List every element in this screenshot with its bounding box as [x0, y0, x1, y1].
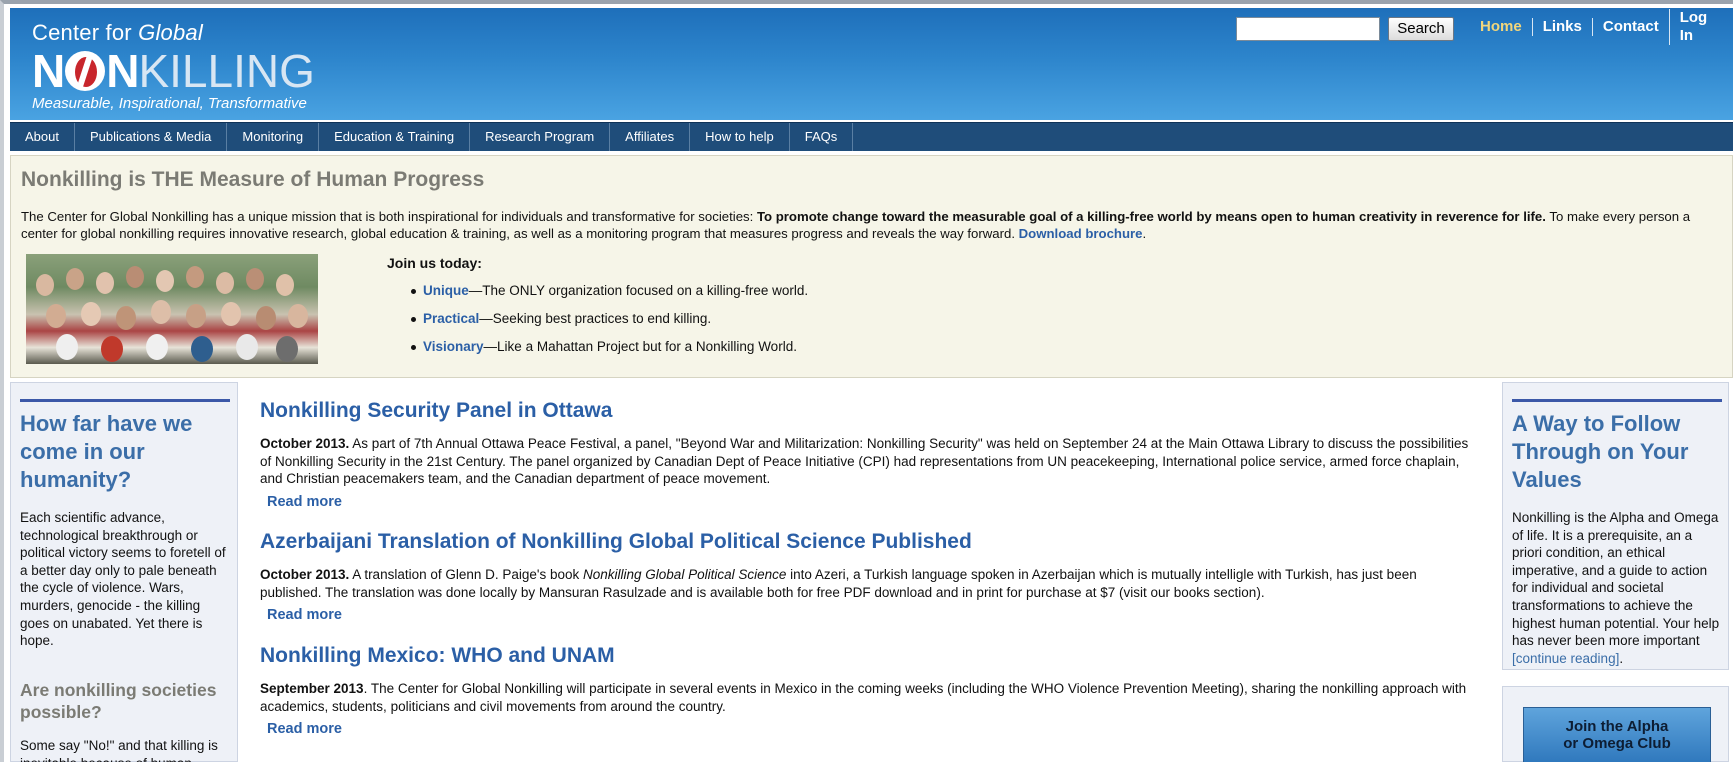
intro-title: Nonkilling is THE Measure of Human Progr…	[21, 168, 485, 191]
club-button-line-2: or Omega Club	[1563, 735, 1671, 752]
logo-letter-n2: N	[106, 45, 139, 97]
logo-top-text: Center for	[32, 20, 139, 45]
intro-text: The Center for Global Nonkilling has a u…	[21, 208, 1721, 242]
nav-publications-media[interactable]: Publications & Media	[75, 123, 228, 151]
join-item: Practical—Seeking best practices to end …	[411, 310, 808, 338]
logo-wordmark: N NKILLING	[32, 48, 315, 94]
right-sidebar-rule	[1512, 399, 1722, 402]
intro-text-end: .	[1142, 226, 1147, 241]
nav-affiliates[interactable]: Affiliates	[610, 123, 691, 151]
news-post: Nonkilling Mexico: WHO and UNAM Septembe…	[260, 643, 1470, 737]
right-sidebar-heading: A Way to Follow Through on Your Values	[1512, 411, 1689, 492]
join-unique-link[interactable]: Unique	[423, 283, 469, 298]
read-more-link[interactable]: Read more	[267, 721, 1470, 737]
join-visionary-link[interactable]: Visionary	[423, 339, 484, 354]
intro-mission: To promote change toward the measurable …	[756, 209, 1546, 224]
join-item-text: —Like a Mahattan Project but for a Nonki…	[483, 339, 797, 354]
logo-letter-n1: N	[32, 45, 65, 97]
left-sidebar: How far have we come in our humanity? Ea…	[10, 382, 238, 762]
logo-top-line: Center for Global	[32, 20, 315, 46]
post-title[interactable]: Nonkilling Security Panel in Ottawa	[260, 398, 1470, 424]
site-logo[interactable]: Center for Global N NKILLING Measurable, …	[32, 20, 315, 113]
logo-top-italic: Global	[138, 20, 203, 45]
site-header: Center for Global N NKILLING Measurable, …	[10, 8, 1733, 120]
join-list: Unique—The ONLY organization focused on …	[411, 282, 808, 366]
join-title: Join us today:	[387, 255, 482, 271]
post-body: September 2013. The Center for Global No…	[260, 680, 1470, 715]
left-sidebar-paragraph: Each scientific advance, technological b…	[20, 510, 226, 649]
join-practical-link[interactable]: Practical	[423, 311, 479, 326]
post-date: October 2013.	[260, 567, 350, 582]
post-body-text: . The Center for Global Nonkilling will …	[260, 681, 1467, 714]
group-photo	[26, 254, 318, 364]
intro-text-a: The Center for Global Nonkilling has a u…	[21, 209, 757, 224]
read-more-link[interactable]: Read more	[267, 494, 1470, 510]
join-item: Visionary—Like a Mahattan Project but fo…	[411, 338, 808, 366]
right-sidebar-text: Nonkilling is the Alpha and Omega of lif…	[1512, 510, 1720, 649]
news-post: Azerbaijani Translation of Nonkilling Gl…	[260, 529, 1470, 623]
left-sidebar-paragraph-2: Some say "No!" and that killing is inevi…	[20, 738, 218, 762]
logo-tagline: Measurable, Inspirational, Transformativ…	[32, 95, 307, 112]
join-item-text: —The ONLY organization focused on a kill…	[468, 283, 809, 298]
post-body: October 2013. A translation of Glenn D. …	[260, 566, 1470, 601]
post-title[interactable]: Azerbaijani Translation of Nonkilling Gl…	[260, 529, 1470, 555]
left-sidebar-heading: How far have we come in our humanity?	[20, 411, 193, 492]
top-link-home[interactable]: Home	[1480, 18, 1532, 36]
nav-monitoring[interactable]: Monitoring	[227, 123, 320, 151]
right-sidebar-paragraph: Nonkilling is the Alpha and Omega of lif…	[1512, 509, 1724, 667]
continue-reading-link[interactable]: [continue reading]	[1512, 651, 1619, 666]
post-date: October 2013.	[260, 436, 350, 451]
right-sidebar: A Way to Follow Through on Your Values N…	[1502, 382, 1729, 670]
left-sidebar-rule	[20, 399, 230, 402]
news-post: Nonkilling Security Panel in Ottawa Octo…	[260, 398, 1470, 510]
post-body-text: A translation of Glenn D. Paige's book	[349, 567, 584, 582]
join-item-text: —Seeking best practices to end killing.	[479, 311, 712, 326]
intro-panel: Nonkilling is THE Measure of Human Progr…	[10, 155, 1733, 378]
main-nav: About Publications & Media Monitoring Ed…	[10, 122, 1733, 151]
nav-about[interactable]: About	[10, 123, 75, 151]
download-brochure-link[interactable]: Download brochure	[1019, 226, 1143, 241]
left-sidebar-subheading: Are nonkilling societies possible?	[20, 680, 217, 722]
club-panel: Join the Alpha or Omega Club	[1502, 686, 1729, 762]
nav-education-training[interactable]: Education & Training	[319, 123, 471, 151]
right-sidebar-text-end: .	[1619, 650, 1624, 666]
post-book-title: Nonkilling Global Political Science	[583, 567, 787, 582]
search-button[interactable]: Search	[1388, 17, 1454, 41]
nav-faqs[interactable]: FAQs	[790, 123, 854, 151]
logo-word-killing: KILLING	[138, 45, 315, 97]
read-more-link[interactable]: Read more	[267, 607, 1470, 623]
nav-how-to-help[interactable]: How to help	[690, 123, 790, 151]
join-item: Unique—The ONLY organization focused on …	[411, 282, 808, 310]
top-link-contact[interactable]: Contact	[1591, 18, 1669, 36]
club-button-line-1: Join the Alpha	[1565, 718, 1669, 735]
top-link-login[interactable]: Log In	[1668, 9, 1733, 45]
post-date: September 2013	[260, 681, 364, 696]
post-body-text: As part of 7th Annual Ottawa Peace Festi…	[260, 436, 1469, 487]
post-title[interactable]: Nonkilling Mexico: WHO and UNAM	[260, 643, 1470, 669]
search-input[interactable]	[1236, 17, 1380, 41]
top-links: Home Links Contact Log In	[1480, 9, 1733, 45]
top-link-links[interactable]: Links	[1531, 18, 1592, 36]
nav-research-program[interactable]: Research Program	[470, 123, 611, 151]
logo-globe-icon	[65, 51, 106, 91]
post-body: October 2013. As part of 7th Annual Otta…	[260, 435, 1470, 488]
join-club-button[interactable]: Join the Alpha or Omega Club	[1523, 707, 1711, 762]
